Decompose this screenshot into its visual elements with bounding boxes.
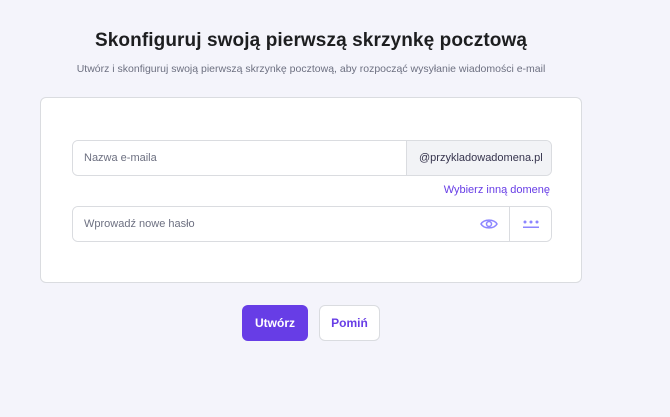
change-domain-link[interactable]: Wybierz inną domenę xyxy=(444,184,550,196)
page-title: Skonfiguruj swoją pierwszą skrzynkę pocz… xyxy=(94,30,527,51)
skip-button[interactable]: Pomiń xyxy=(319,305,380,341)
show-password-button[interactable] xyxy=(469,207,509,241)
password-input[interactable] xyxy=(73,207,469,241)
generate-password-button[interactable] xyxy=(509,207,551,241)
domain-suffix: @przykladowadomena.pl xyxy=(406,141,551,175)
mailbox-setup-card: @przykladowadomena.pl Wybierz inną domen… xyxy=(40,97,582,283)
password-dots-icon xyxy=(522,220,539,228)
page: Skonfiguruj swoją pierwszą skrzynkę pocz… xyxy=(0,0,670,417)
email-name-input[interactable] xyxy=(73,141,406,175)
password-input-group xyxy=(72,206,552,242)
eye-icon xyxy=(480,219,498,229)
page-subtitle: Utwórz i skonfiguruj swoją pierwszą skrz… xyxy=(76,63,546,75)
create-button[interactable]: Utwórz xyxy=(242,305,308,341)
email-input-group: @przykladowadomena.pl xyxy=(72,140,552,176)
